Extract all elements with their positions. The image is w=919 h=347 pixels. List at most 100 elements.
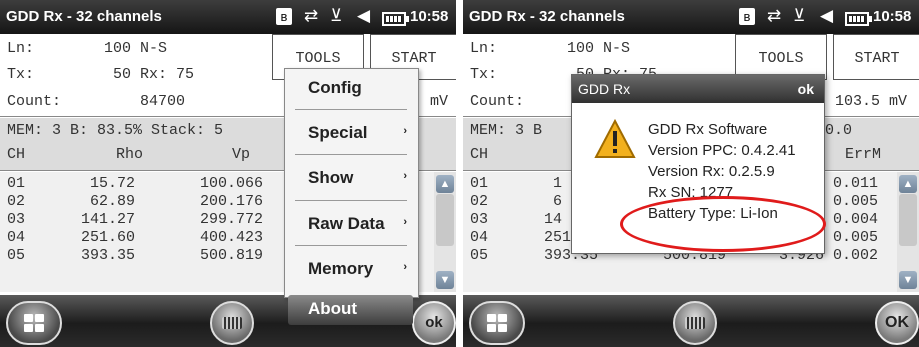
cell-ch: 01 — [7, 175, 26, 192]
highlight-ellipse — [620, 196, 826, 252]
bluetooth-icon[interactable]: ʙ — [276, 8, 292, 25]
cell-ch: 03 — [470, 211, 489, 228]
scroll-down-icon[interactable]: ▼ — [436, 271, 454, 289]
count-unit: mV — [430, 93, 449, 110]
cell-ch: 04 — [470, 229, 489, 246]
menu-separator — [295, 154, 407, 155]
cell-rho: 141.27 — [81, 211, 136, 228]
dialog-ok-button[interactable]: ok — [798, 81, 814, 97]
cell-ch: 01 — [470, 175, 489, 192]
menu-item-show[interactable]: Show › — [285, 159, 418, 199]
menu-separator — [295, 200, 407, 201]
menu-item-config[interactable]: Config — [285, 69, 418, 109]
cell-ch: 05 — [470, 247, 489, 264]
col-ch: CH — [470, 146, 489, 163]
menu-item-raw-data[interactable]: Raw Data › — [285, 205, 418, 245]
keyboard-icon[interactable] — [210, 301, 254, 345]
menu-label: About — [308, 299, 358, 318]
battery-icon[interactable] — [382, 12, 409, 26]
ln-label: Ln: — [7, 40, 35, 57]
cell-errm: 0.005 — [833, 193, 879, 210]
bluetooth-icon[interactable]: ʙ — [739, 8, 755, 25]
tx-label: Tx: — [470, 66, 498, 83]
chevron-right-icon: › — [403, 261, 407, 273]
table-row[interactable]: 01 — [7, 175, 25, 192]
cell-errm: 0.005 — [833, 229, 879, 246]
table-row[interactable]: 02 — [7, 193, 25, 210]
ok-button[interactable]: OK — [875, 301, 919, 345]
menu-item-about[interactable]: About — [288, 295, 413, 325]
col-ch: CH — [7, 146, 26, 163]
cell-rho: 251 — [544, 229, 572, 246]
tx-value: 50 Rx: 75 — [113, 66, 195, 83]
title-bar: GDD Rx - 32 channels ʙ ⇄ ⊻ ◀ 10:58 — [463, 0, 919, 34]
scrollbar[interactable]: ▲ ▼ — [434, 172, 456, 292]
memory-status-right: 0.0 — [825, 122, 853, 139]
table-row[interactable]: 03 — [7, 211, 25, 228]
menu-item-memory[interactable]: Memory › — [285, 250, 418, 290]
no-signal-icon[interactable]: ⊻ — [793, 7, 805, 25]
menu-label: Raw Data — [308, 214, 385, 233]
menu-separator — [295, 245, 407, 246]
count-value: 84700 — [140, 93, 186, 110]
scrollbar[interactable]: ▲ ▼ — [897, 172, 919, 292]
tx-label: Tx: — [7, 66, 35, 83]
ln-label: Ln: — [470, 40, 498, 57]
no-signal-icon[interactable]: ⊻ — [330, 7, 342, 25]
menu-label: Config — [308, 78, 362, 97]
cell-rho: 251.60 — [81, 229, 136, 246]
scroll-thumb[interactable] — [899, 194, 917, 246]
ln-value: 100 N-S — [567, 40, 631, 57]
app-title: GDD Rx - 32 channels — [469, 8, 625, 25]
ok-button[interactable]: ok — [412, 301, 456, 345]
tools-menu: Config Special › Show › Raw Data › Memor… — [284, 68, 419, 325]
table-row[interactable]: 04 — [7, 229, 25, 246]
volume-icon[interactable]: ◀ — [820, 7, 833, 25]
memory-status: MEM: 3 B — [470, 122, 543, 139]
sync-icon[interactable]: ⇄ — [304, 7, 318, 25]
count-value: 103.5 mV — [835, 93, 908, 110]
cell-rho: 1 — [553, 175, 563, 192]
dialog-line: Version Rx: 0.2.5.9 — [648, 163, 775, 180]
memory-status: MEM: 3 B: 83.5% Stack: 5 — [7, 122, 224, 139]
warning-icon — [594, 119, 636, 158]
menu-separator — [295, 109, 407, 110]
cell-ch: 04 — [7, 229, 26, 246]
table-row[interactable]: 05 — [7, 247, 25, 264]
sync-icon[interactable]: ⇄ — [767, 7, 781, 25]
start-button[interactable]: START — [833, 34, 919, 80]
count-label: Count: — [7, 93, 62, 110]
windows-start-icon[interactable] — [6, 301, 62, 345]
cell-ch: 02 — [470, 193, 489, 210]
menu-label: Memory — [308, 259, 374, 278]
cell-ch: 02 — [7, 193, 26, 210]
dialog-line: Version PPC: 0.4.2.41 — [648, 142, 796, 159]
dialog-line: GDD Rx Software — [648, 121, 768, 138]
volume-icon[interactable]: ◀ — [357, 7, 370, 25]
chevron-right-icon: › — [403, 170, 407, 182]
cell-vp: 299.772 — [200, 211, 264, 228]
cell-ch: 03 — [7, 211, 26, 228]
scroll-down-icon[interactable]: ▼ — [899, 271, 917, 289]
menu-item-special[interactable]: Special › — [285, 114, 418, 154]
windows-start-icon[interactable] — [469, 301, 525, 345]
clock[interactable]: 10:58 — [410, 8, 448, 25]
scroll-up-icon[interactable]: ▲ — [899, 175, 917, 193]
scroll-up-icon[interactable]: ▲ — [436, 175, 454, 193]
cell-errm: 0.002 — [833, 247, 879, 264]
dialog-title: GDD Rx — [578, 81, 631, 97]
chevron-right-icon: › — [403, 125, 407, 137]
clock[interactable]: 10:58 — [873, 8, 911, 25]
battery-icon[interactable] — [845, 12, 872, 26]
col-vp: Vp — [232, 146, 251, 163]
taskbar: OK — [463, 295, 919, 347]
cell-ch: 05 — [7, 247, 26, 264]
col-errm: ErrM — [845, 146, 882, 163]
cell-vp: 100.066 — [200, 175, 264, 192]
keyboard-icon[interactable] — [673, 301, 717, 345]
scroll-thumb[interactable] — [436, 194, 454, 246]
col-rho: Rho — [116, 146, 144, 163]
cell-rho: 62.89 — [90, 193, 136, 210]
cell-rho: 6 — [553, 193, 563, 210]
menu-label: Special — [308, 123, 368, 142]
